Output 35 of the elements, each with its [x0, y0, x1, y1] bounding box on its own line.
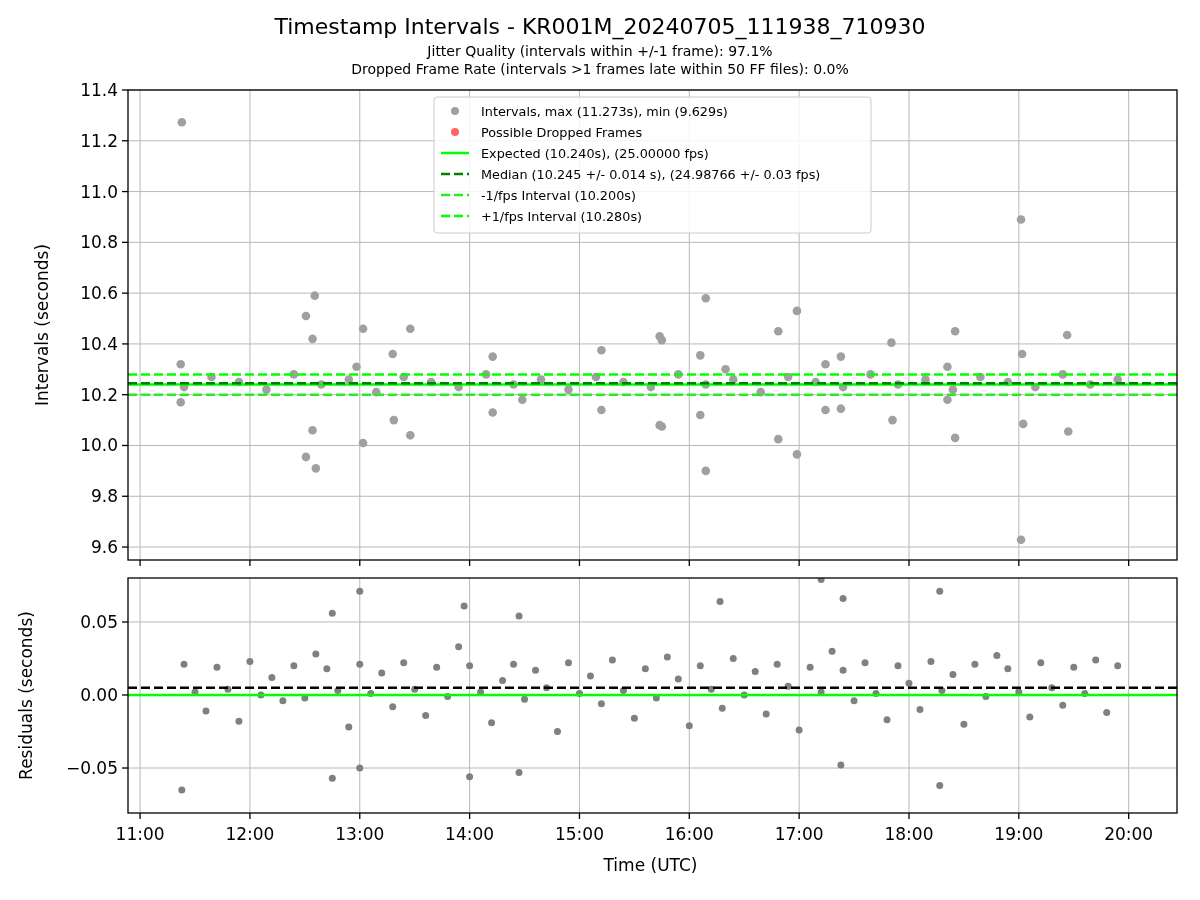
tick-label: 17:00: [774, 824, 824, 844]
tick-label: 18:00: [884, 824, 934, 844]
axis-title: Residuals (seconds): [16, 611, 36, 780]
tick-label: 20:00: [1104, 824, 1154, 844]
axis-title: Time (UTC): [603, 855, 698, 875]
figure-title: Timestamp Intervals - KR001M_20240705_111938_710930: [274, 14, 926, 40]
tick-label: 12:00: [225, 824, 275, 844]
tick-label: 19:00: [994, 824, 1044, 844]
tick-label: 10.6: [80, 283, 118, 304]
tick-label: 10.0: [80, 435, 118, 456]
subtitle: Jitter Quality (intervals within +/-1 frame): 97.1%: [427, 42, 773, 60]
legend-label: Intervals, max (11.273s), min (9.629s): [481, 103, 728, 119]
tick-label: 13:00: [335, 824, 385, 844]
tick-label: 10.8: [80, 232, 118, 253]
tick-label: −0.05: [65, 758, 118, 778]
tick-label: 14:00: [445, 824, 495, 844]
tick-label: 10.2: [80, 384, 118, 405]
tick-label: 16:00: [664, 824, 714, 844]
tick-label: 11:00: [115, 824, 165, 844]
axis-title: Intervals (seconds): [32, 243, 52, 407]
legend-label: -1/fps Interval (10.200s): [481, 187, 636, 203]
tick-label: 15:00: [554, 824, 604, 844]
tick-label: 10.4: [80, 333, 118, 354]
tick-label: 0.05: [80, 611, 118, 632]
tick-label: 11.2: [80, 130, 118, 151]
subtitle: Dropped Frame Rate (intervals >1 frames late within 50 FF files): 0.0%: [351, 60, 849, 78]
tick-label: 11.0: [80, 181, 118, 202]
tick-label: 9.8: [90, 486, 118, 507]
legend-label: Expected (10.240s), (25.00000 fps): [481, 145, 709, 161]
tick-label: 9.6: [90, 537, 118, 558]
tick-label: 0.00: [80, 685, 118, 705]
legend-label: Possible Dropped Frames: [481, 124, 643, 140]
legend-label: +1/fps Interval (10.280s): [481, 208, 643, 224]
legend-label: Median (10.245 +/- 0.014 s), (24.98766 +/- 0.03 fps): [481, 166, 821, 182]
tick-label: 11.4: [80, 80, 118, 100]
